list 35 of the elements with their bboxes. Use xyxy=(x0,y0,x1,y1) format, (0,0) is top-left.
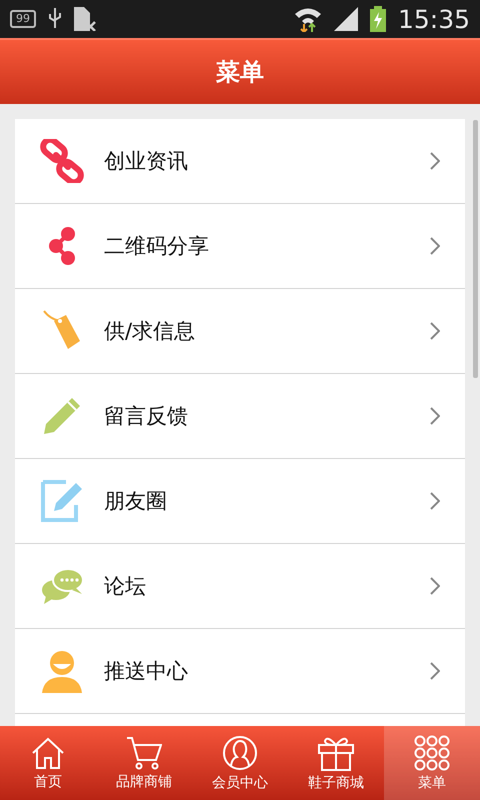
cart-icon xyxy=(126,736,162,770)
page-title: 菜单 xyxy=(216,57,264,88)
menu-item[interactable]: 供/求信息 xyxy=(15,289,465,374)
menu-item[interactable]: 创业资讯 xyxy=(15,119,465,204)
home-icon xyxy=(31,736,65,770)
user-icon xyxy=(222,734,258,770)
clock-time: 15:35 xyxy=(398,4,470,34)
wifi-icon xyxy=(294,6,322,32)
notification-count: 99 xyxy=(10,10,36,28)
grid-icon xyxy=(414,734,450,770)
nav-tab[interactable]: 菜单 xyxy=(384,726,480,800)
nav-tab[interactable]: 鞋子商城 xyxy=(288,726,384,800)
chevron-icon xyxy=(430,577,440,595)
battery-icon xyxy=(370,6,386,32)
scrollbar[interactable] xyxy=(473,120,478,378)
chevron-icon xyxy=(430,322,440,340)
nav-tab[interactable]: 品牌商铺 xyxy=(96,726,192,800)
menu-item[interactable]: 留言反馈 xyxy=(15,374,465,459)
chevron-icon xyxy=(430,662,440,680)
sim-icon xyxy=(74,7,96,31)
menu-item[interactable]: 朋友圈 xyxy=(15,459,465,544)
edit-icon xyxy=(40,479,84,523)
menu-item[interactable]: 二维码分享 xyxy=(15,204,465,289)
link-icon xyxy=(40,139,84,183)
chevron-icon xyxy=(430,237,440,255)
usb-icon xyxy=(48,8,62,30)
chevron-icon xyxy=(430,152,440,170)
menu-item[interactable]: 论坛 xyxy=(15,544,465,629)
chevron-icon xyxy=(430,407,440,425)
chevron-icon xyxy=(430,492,440,510)
nav-tab[interactable]: 首页 xyxy=(0,726,96,800)
person-icon xyxy=(40,649,84,693)
nav-tab[interactable]: 会员中心 xyxy=(192,726,288,800)
signal-icon xyxy=(334,7,358,31)
menu-item[interactable]: 推送中心 xyxy=(15,629,465,714)
